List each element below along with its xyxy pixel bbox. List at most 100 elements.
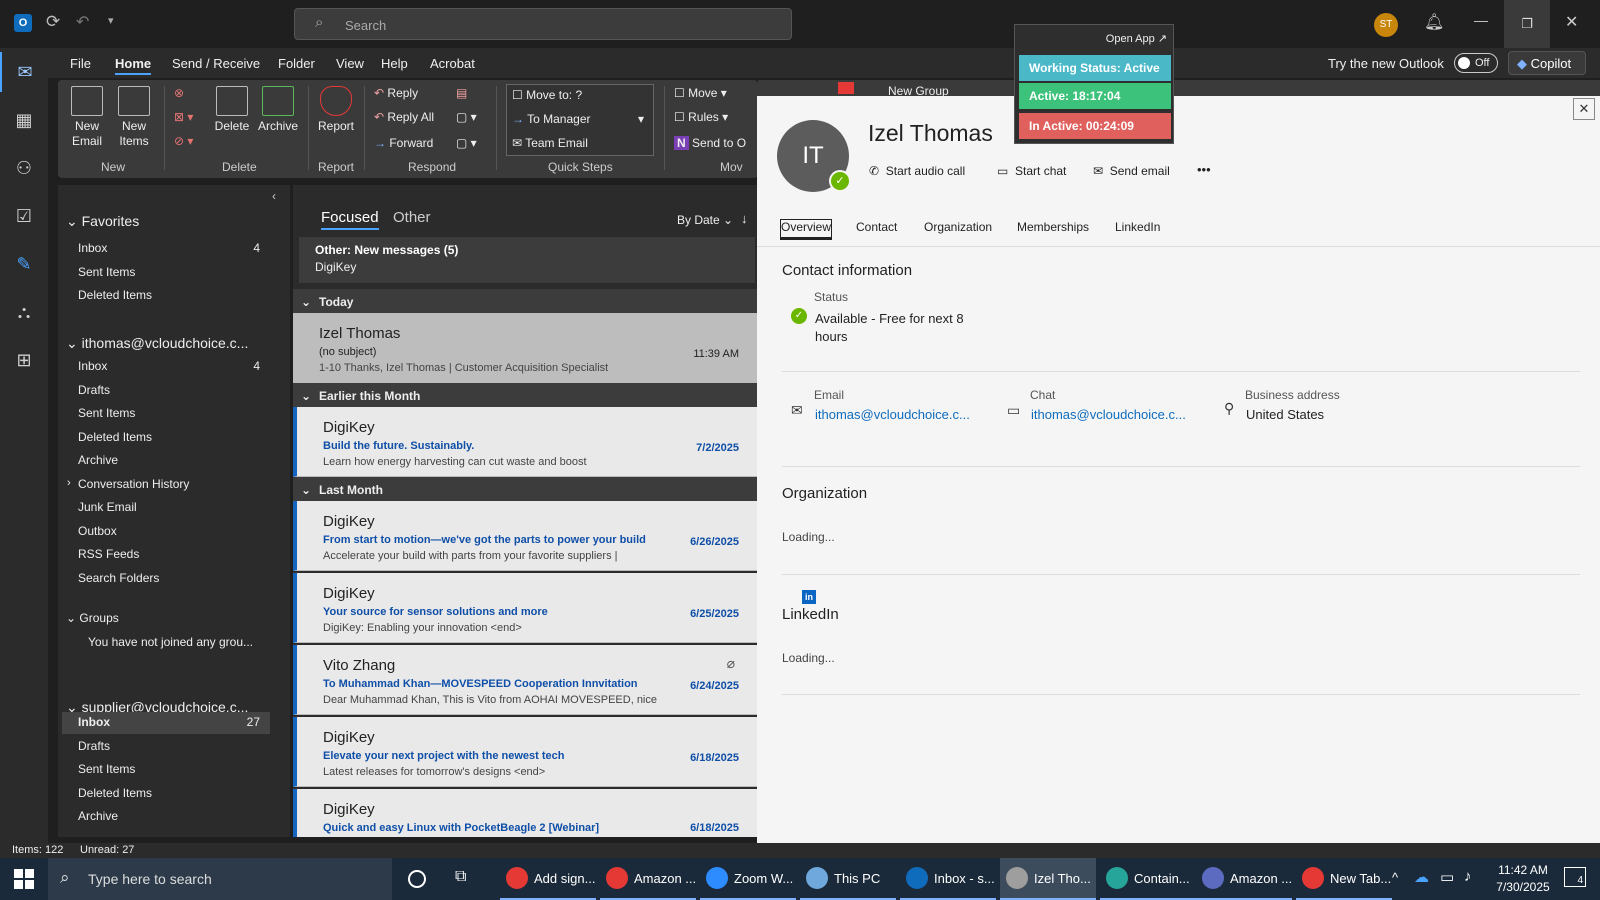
show-hidden-icons[interactable]: ^ xyxy=(1392,870,1398,885)
quick-steps-expand-icon[interactable]: ▾ xyxy=(638,112,644,126)
reply-button[interactable]: ↶ Reply xyxy=(374,86,418,100)
other-banner[interactable]: Other: New messages (5) DigiKey xyxy=(299,237,755,283)
close-icon[interactable]: ✕ xyxy=(1565,12,1578,32)
move-button[interactable]: ☐ Move ▾ xyxy=(674,86,727,100)
notifications-icon[interactable]: 4 xyxy=(1564,867,1586,887)
collapse-pane-icon[interactable]: ‹ xyxy=(272,189,276,203)
card-close-button[interactable]: ✕ xyxy=(1573,98,1595,120)
folder-item[interactable]: Conversation History › xyxy=(62,474,270,496)
folder-item[interactable]: Drafts xyxy=(62,736,270,758)
volume-icon[interactable]: ♪ xyxy=(1464,868,1472,885)
taskbar-app-4[interactable]: Inbox - s... xyxy=(900,858,996,900)
sync-icon[interactable]: ⟳ xyxy=(46,12,60,32)
groups-header[interactable]: ⌄ Groups xyxy=(66,611,119,625)
reply-all-button[interactable]: ↶ Reply All xyxy=(374,110,434,124)
folder-item[interactable]: Search Folders xyxy=(62,568,270,590)
message-item-1[interactable]: DigiKey Build the future. Sustainably. L… xyxy=(293,407,757,477)
sort-direction-icon[interactable]: ↓ xyxy=(741,211,748,226)
to-manager-quickstep[interactable]: → To Manager xyxy=(512,112,591,126)
tab-organization[interactable]: Organization xyxy=(924,220,992,234)
folder-item[interactable]: Sent Items xyxy=(62,403,270,425)
chat-link[interactable]: ithomas@vcloudchoice.c... xyxy=(1031,407,1186,422)
menu-home[interactable]: Home xyxy=(115,56,152,75)
folder-item[interactable]: Archive xyxy=(62,450,270,472)
message-item-6[interactable]: DigiKey Quick and easy Linux with Pocket… xyxy=(293,789,757,837)
taskbar-app-6[interactable]: Contain... xyxy=(1100,858,1196,900)
send-email-button[interactable]: ✉ Send email xyxy=(1093,164,1170,178)
taskbar-app-1[interactable]: Amazon ... xyxy=(600,858,696,900)
folder-item[interactable]: Deleted Items xyxy=(62,427,270,449)
folder-item[interactable]: Deleted Items xyxy=(62,285,270,307)
message-item-2[interactable]: DigiKey From start to motion—we've got t… xyxy=(293,501,757,571)
folder-item[interactable]: Junk Email xyxy=(62,497,270,519)
menu-folder[interactable]: Folder xyxy=(278,56,315,71)
groups-icon[interactable]: ⛬ xyxy=(0,292,48,332)
more-options-icon[interactable]: ••• xyxy=(1197,162,1211,177)
email-link[interactable]: ithomas@vcloudchoice.c... xyxy=(815,407,970,422)
avatar[interactable]: ST xyxy=(1374,13,1398,37)
tab-contact[interactable]: Contact xyxy=(856,220,897,234)
folder-item[interactable]: RSS Feeds xyxy=(62,544,270,566)
folder-item[interactable]: Drafts xyxy=(62,380,270,402)
junk-icon[interactable]: ⊘ ▾ xyxy=(174,134,193,148)
archive-button[interactable]: Archive xyxy=(256,86,300,134)
folder-item[interactable]: Sent Items xyxy=(62,759,270,781)
menu-help[interactable]: Help xyxy=(381,56,408,71)
bell-icon[interactable]: 🔔︎ xyxy=(1424,12,1444,32)
open-app-link[interactable]: Open App ↗ xyxy=(1106,32,1167,45)
windows-start-icon[interactable] xyxy=(14,869,34,889)
tab-memberships[interactable]: Memberships xyxy=(1017,220,1089,234)
undo-icon[interactable]: ↶ xyxy=(76,12,89,32)
mail-icon[interactable]: ✉ xyxy=(0,52,48,92)
taskbar-search-box[interactable]: ⌕ Type here to search xyxy=(48,858,392,900)
people-icon[interactable]: ⚇ xyxy=(0,148,48,188)
menu-file[interactable]: File xyxy=(70,56,91,71)
taskbar-app-5[interactable]: Izel Tho... xyxy=(1000,858,1096,900)
clean-up-icon[interactable]: ⊠ ▾ xyxy=(174,110,193,124)
more-respond-icon[interactable]: ▢ ▾ xyxy=(456,136,477,150)
clock-time[interactable]: 11:42 AM xyxy=(1490,863,1556,877)
section-earlier[interactable]: ⌄ Earlier this Month xyxy=(293,383,757,407)
folder-item[interactable]: Archive xyxy=(62,806,270,828)
delete-button[interactable]: Delete xyxy=(214,86,250,134)
cortana-icon[interactable] xyxy=(408,870,426,888)
search-box[interactable]: ⌕ Search xyxy=(294,8,792,40)
taskbar-app-7[interactable]: Amazon ... xyxy=(1196,858,1292,900)
forward-button[interactable]: → Forward xyxy=(374,136,433,150)
send-to-onenote-button[interactable]: N Send to O xyxy=(674,136,746,150)
taskbar-app-8[interactable]: New Tab... xyxy=(1296,858,1392,900)
folder-item[interactable]: Outbox xyxy=(62,521,270,543)
new-items-button[interactable]: New Items xyxy=(114,86,154,149)
task-view-icon[interactable]: ⧉ xyxy=(455,868,466,886)
clock-date[interactable]: 7/30/2025 xyxy=(1490,880,1556,894)
minimize-icon[interactable]: — xyxy=(1474,12,1488,28)
folder-item[interactable]: Sent Items xyxy=(62,262,270,284)
message-item-5[interactable]: DigiKey Elevate your next project with t… xyxy=(293,717,757,787)
onedrive-icon[interactable]: ☁ xyxy=(1414,868,1429,886)
flag-icon[interactable] xyxy=(838,82,854,94)
rules-button[interactable]: ☐ Rules ▾ xyxy=(674,110,728,124)
im-icon[interactable]: ▢ ▾ xyxy=(456,110,477,124)
favorites-header[interactable]: ⌄ Favorites xyxy=(66,213,139,230)
meeting-icon[interactable]: ▤ xyxy=(456,86,467,100)
taskbar-app-2[interactable]: Zoom W... xyxy=(700,858,796,900)
message-item-3[interactable]: DigiKey Your source for sensor solutions… xyxy=(293,573,757,643)
taskbar-app-0[interactable]: Add sign... xyxy=(500,858,596,900)
team-email-quickstep[interactable]: ✉ Team Email xyxy=(512,136,588,150)
new-email-button[interactable]: New Email xyxy=(70,86,104,149)
apps-icon[interactable]: ⊞ xyxy=(0,340,48,380)
calendar-icon[interactable]: ▦ xyxy=(0,100,48,140)
folder-item[interactable]: Inbox 4 xyxy=(62,356,270,378)
new-outlook-toggle[interactable]: Off xyxy=(1454,53,1498,73)
start-chat-button[interactable]: ▭ Start chat xyxy=(997,164,1066,178)
sort-dropdown[interactable]: By Date ⌄ xyxy=(677,213,733,227)
report-button[interactable]: Report xyxy=(316,86,356,134)
tasks-icon[interactable]: ☑ xyxy=(0,196,48,236)
section-last-month[interactable]: ⌄ Last Month xyxy=(293,477,757,501)
message-item-0[interactable]: Izel Thomas (no subject) 1-10 Thanks, Iz… xyxy=(293,313,757,383)
ignore-icon[interactable]: ⊗ xyxy=(174,86,184,100)
move-to-quickstep[interactable]: ☐ Move to: ? xyxy=(512,88,582,102)
taskbar-app-3[interactable]: This PC xyxy=(800,858,896,900)
folder-item[interactable]: Inbox 27 xyxy=(62,712,270,734)
menu-acrobat[interactable]: Acrobat xyxy=(430,56,475,71)
